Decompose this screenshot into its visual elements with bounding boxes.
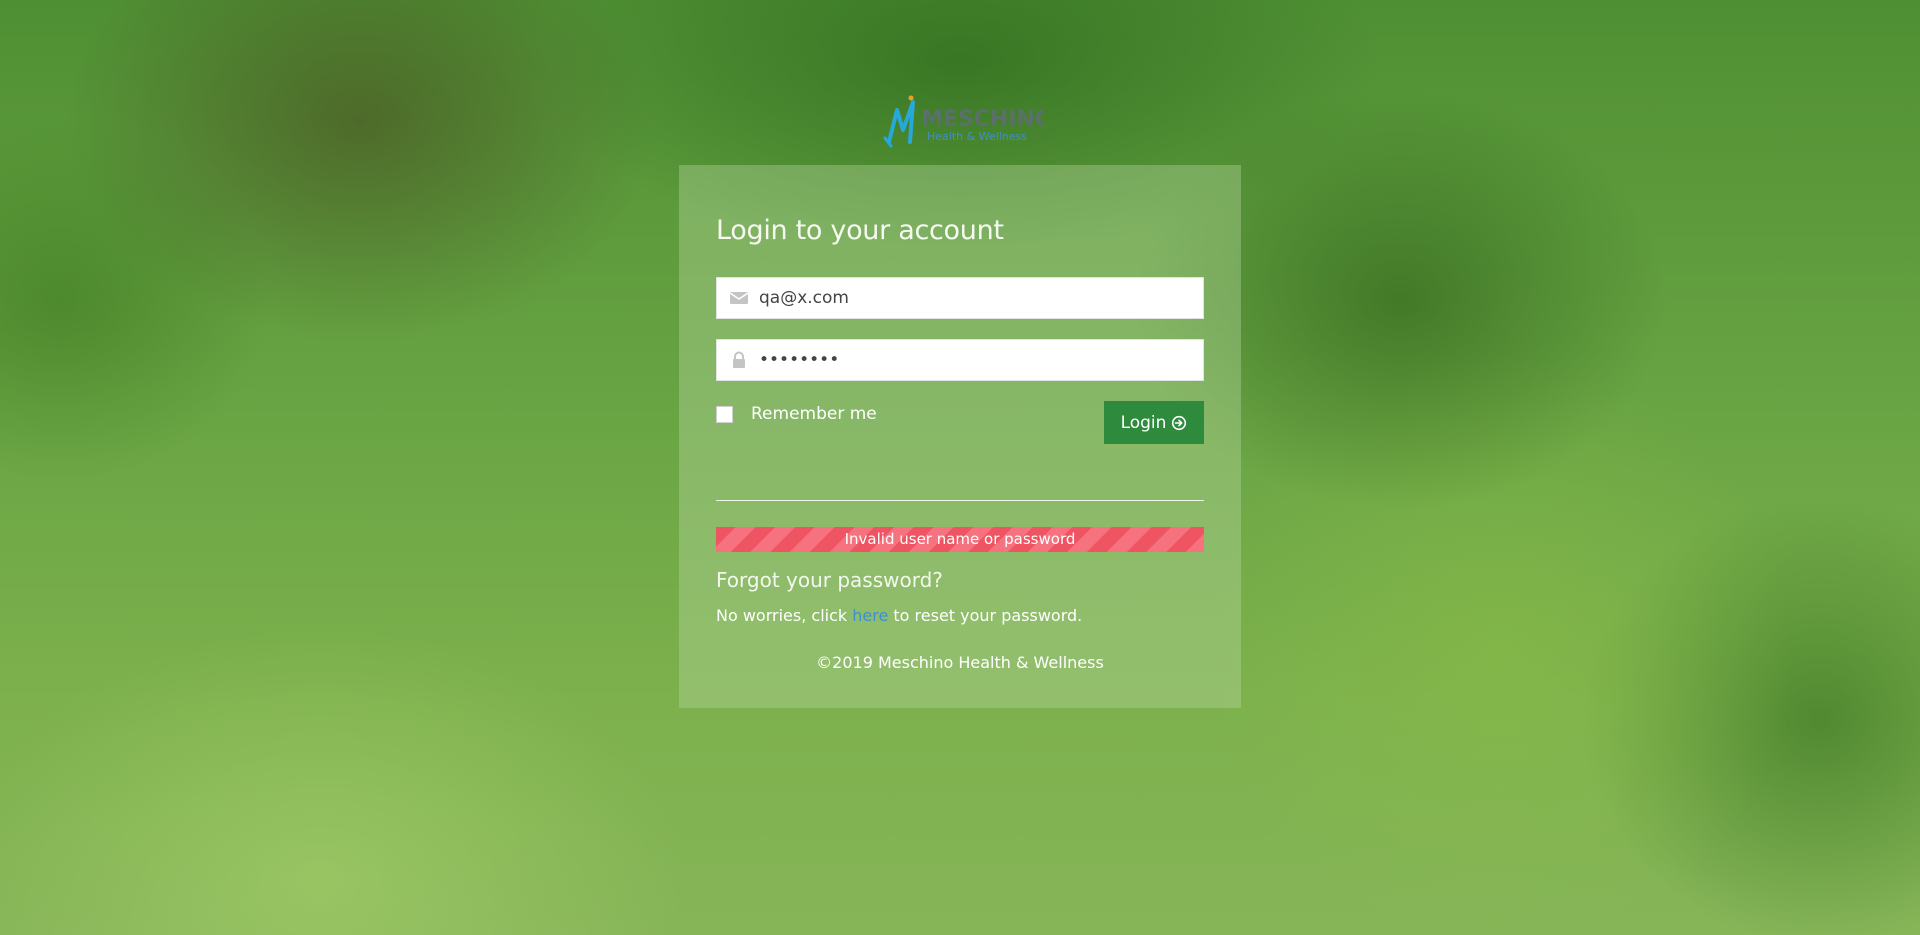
login-button[interactable]: Login <box>1104 401 1204 444</box>
email-field <box>716 277 1204 319</box>
reset-text-before: No worries, click <box>716 606 853 625</box>
password-field <box>716 339 1204 381</box>
error-alert: Invalid user name or password <box>716 527 1204 552</box>
forgot-password-title: Forgot your password? <box>716 568 943 592</box>
reset-password-text: No worries, click here to reset your pas… <box>716 606 1082 625</box>
reset-password-link[interactable]: here <box>852 606 888 625</box>
logo-graphic: MESCHINO Health & Wellness <box>883 95 1043 148</box>
password-input[interactable] <box>759 340 1189 380</box>
lock-icon <box>729 351 749 369</box>
logo-name: MESCHINO <box>921 107 1043 132</box>
reset-text-after: to reset your password. <box>888 606 1083 625</box>
login-title: Login to your account <box>716 215 1004 246</box>
login-button-label: Login <box>1120 412 1167 433</box>
envelope-icon <box>729 289 749 307</box>
remember-label: Remember me <box>751 404 877 424</box>
remember-checkbox[interactable] <box>716 405 733 423</box>
remember-me[interactable]: Remember me <box>716 401 877 427</box>
circle-arrow-right-icon <box>1172 415 1187 430</box>
login-card: Login to your account Remember me Login <box>679 165 1241 708</box>
logo-tagline: Health & Wellness <box>927 130 1027 143</box>
divider <box>716 500 1204 501</box>
brand-logo: MESCHINO Health & Wellness <box>883 92 1043 148</box>
copyright: ©2019 Meschino Health & Wellness <box>816 653 1104 672</box>
email-input[interactable] <box>759 278 1189 318</box>
